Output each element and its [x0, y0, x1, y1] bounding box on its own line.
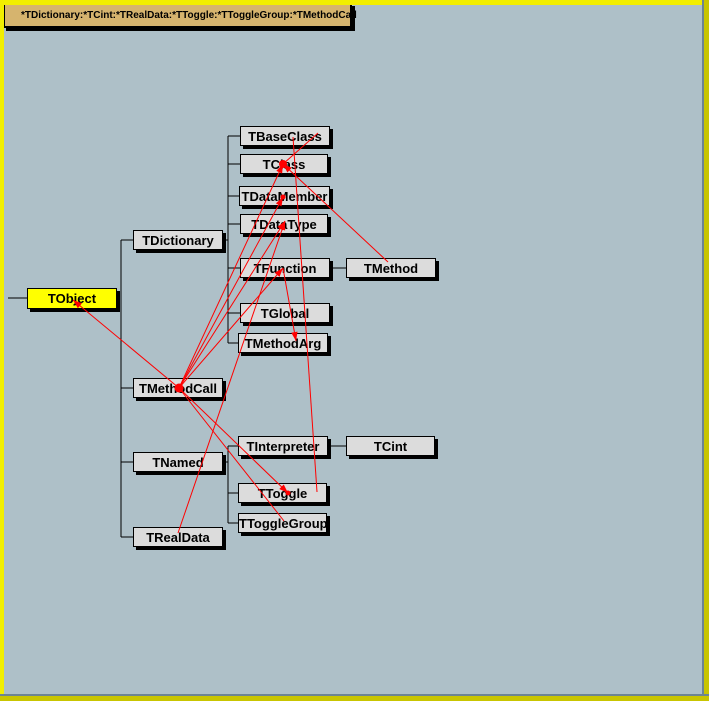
class-node-tmethod[interactable]: TMethod	[346, 258, 436, 278]
inheritance-tree-lines	[0, 0, 709, 701]
class-node-tnamed[interactable]: TNamed	[133, 452, 223, 472]
class-node-tinterpreter[interactable]: TInterpreter	[238, 436, 328, 456]
class-node-tdatatype[interactable]: TDataType	[240, 214, 328, 234]
class-node-ttoggle[interactable]: TToggle	[238, 483, 327, 503]
title-pave[interactable]: *TDictionary:*TCint:*TRealData:*TToggle:…	[3, 3, 352, 28]
class-node-tclass[interactable]: TClass	[240, 154, 328, 174]
class-node-tdatamember[interactable]: TDataMember	[239, 186, 330, 206]
class-node-tdictionary[interactable]: TDictionary	[133, 230, 223, 250]
frame-border-left	[0, 0, 4, 701]
class-node-tmethodcall[interactable]: TMethodCall	[133, 378, 223, 398]
root-canvas-window: TObject TDictionary TMethodCall TNamed TReal…	[0, 0, 709, 701]
class-node-ttogglegroup[interactable]: TToggleGroup	[238, 513, 327, 533]
class-node-tmethodarg[interactable]: TMethodArg	[238, 333, 328, 353]
class-node-tfunction[interactable]: TFunction	[240, 258, 330, 278]
class-node-tbaseclass[interactable]: TBaseClass	[240, 126, 330, 146]
class-node-trealdata[interactable]: TRealData	[133, 527, 223, 547]
class-node-tglobal[interactable]: TGlobal	[240, 303, 330, 323]
frame-border-bottom	[0, 694, 709, 701]
class-node-tcint[interactable]: TCint	[346, 436, 435, 456]
class-node-tobject[interactable]: TObject	[27, 288, 117, 309]
usage-link-lines	[0, 0, 709, 701]
frame-border-right	[702, 0, 709, 701]
